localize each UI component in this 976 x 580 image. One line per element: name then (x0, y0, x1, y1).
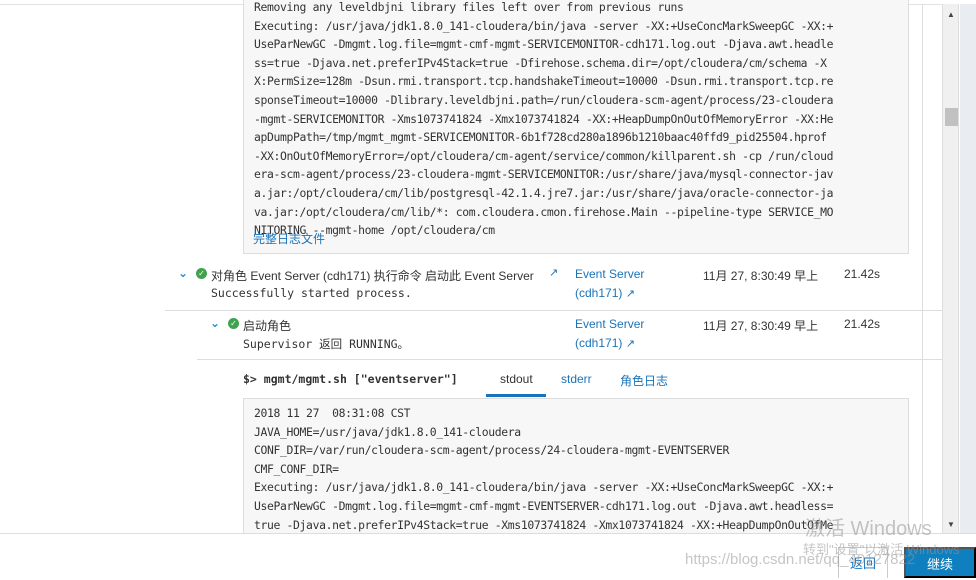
scroll-up-arrow-icon[interactable]: ▲ (947, 10, 955, 19)
tab-stdout[interactable]: stdout (500, 372, 533, 386)
log-line: JAVA_HOME=/usr/java/jdk1.8.0_141-clouder… (254, 424, 521, 439)
log-line: X:PermSize=128m -Dsun.rmi.transport.tcp.… (254, 74, 834, 89)
success-check-icon: ✓ (228, 318, 239, 329)
chevron-down-icon[interactable]: ⌄ (178, 266, 188, 280)
column-divider (922, 4, 923, 533)
divider (165, 310, 942, 311)
log-line: Removing any leveldbjni library files le… (254, 0, 684, 14)
log-line: CMF_CONF_DIR= (254, 461, 339, 476)
command-line: $> mgmt/mgmt.sh ["eventserver"] (243, 372, 458, 386)
log-line: a.jar:/opt/cloudera/cm/lib/postgresql-42… (254, 185, 834, 200)
stdout-log-servicemonitor: Removing any leveldbjni library files le… (243, 0, 909, 254)
external-link-icon[interactable]: ↗ (549, 266, 558, 279)
step-duration: 21.42s (844, 317, 881, 331)
log-line: sponseTimeout=10000 -Dlibrary.leveldbjni… (254, 92, 834, 107)
scroll-down-arrow-icon[interactable]: ▼ (947, 520, 955, 529)
role-link[interactable]: Event Server (575, 267, 644, 281)
log-line: Executing: /usr/java/jdk1.8.0_141-cloude… (254, 18, 834, 33)
divider (197, 359, 942, 360)
step-message: Supervisor 返回 RUNNING。 (243, 337, 410, 351)
log-line: ss=true -Djava.net.preferIPv4Stack=true … (254, 55, 827, 70)
step-message: Successfully started process. (211, 286, 412, 300)
step-time: 11月 27, 8:30:49 早上 (703, 269, 819, 283)
step-title: 对角色 Event Server (cdh171) 执行命令 启动此 Event… (211, 269, 534, 283)
success-check-icon: ✓ (196, 268, 207, 279)
role-host: (cdh171) (575, 286, 623, 300)
external-link-icon: ↗ (625, 338, 635, 350)
role-link-host[interactable]: (cdh171) ↗ (575, 286, 635, 300)
log-line: true -Djava.net.preferIPv4Stack=true -Xm… (254, 517, 834, 532)
log-line: UseParNewGC -Dmgmt.log.file=mgmt-cmf-mgm… (254, 37, 834, 52)
log-line: 2018 11 27 08:31:08 CST (254, 406, 411, 420)
right-panel (960, 4, 976, 533)
log-line: -XX:OnOutOfMemoryError=/opt/cloudera/cm-… (254, 148, 834, 163)
prompt: $> (243, 372, 257, 386)
step-title: 启动角色 (243, 319, 292, 333)
tab-stderr[interactable]: stderr (561, 372, 592, 386)
role-host: (cdh171) (575, 336, 623, 350)
log-line: -mgmt-SERVICEMONITOR -Xms1073741824 -Xmx… (254, 111, 834, 126)
active-tab-indicator (486, 394, 546, 397)
log-line: era-scm-agent/process/23-cloudera-mgmt-S… (254, 167, 834, 182)
step-time: 11月 27, 8:30:49 早上 (703, 319, 819, 333)
tab-role-log[interactable]: 角色日志 (620, 372, 668, 389)
log-line: NITORING --mgmt-home /opt/cloudera/cm (254, 223, 495, 238)
role-link[interactable]: Event Server (575, 317, 644, 331)
full-log-link[interactable]: 完整日志文件 (253, 230, 325, 247)
log-line: Executing: /usr/java/jdk1.8.0_141-cloude… (254, 480, 834, 495)
log-line: apDumpPath=/tmp/mgmt_mgmt-SERVICEMONITOR… (254, 130, 827, 145)
chevron-down-icon[interactable]: ⌄ (210, 316, 220, 330)
watermark-line1: 激活 Windows (805, 518, 932, 540)
watermark-url: https://blog.csdn.net/qq_40127822 (685, 551, 916, 568)
command-text: mgmt/mgmt.sh ["eventserver"] (263, 372, 458, 386)
scrollbar[interactable]: ▲ ▼ (942, 4, 959, 533)
scrollbar-thumb[interactable] (945, 108, 958, 126)
step-duration: 21.42s (844, 267, 881, 281)
log-line: va.jar:/opt/cloudera/cm/lib/*: com.cloud… (254, 204, 834, 219)
role-link-host[interactable]: (cdh171) ↗ (575, 336, 635, 350)
external-link-icon: ↗ (625, 288, 635, 300)
log-line: CONF_DIR=/var/run/cloudera-scm-agent/pro… (254, 443, 730, 458)
log-line: UseParNewGC -Dmgmt.log.file=mgmt-cmf-mgm… (254, 498, 834, 513)
